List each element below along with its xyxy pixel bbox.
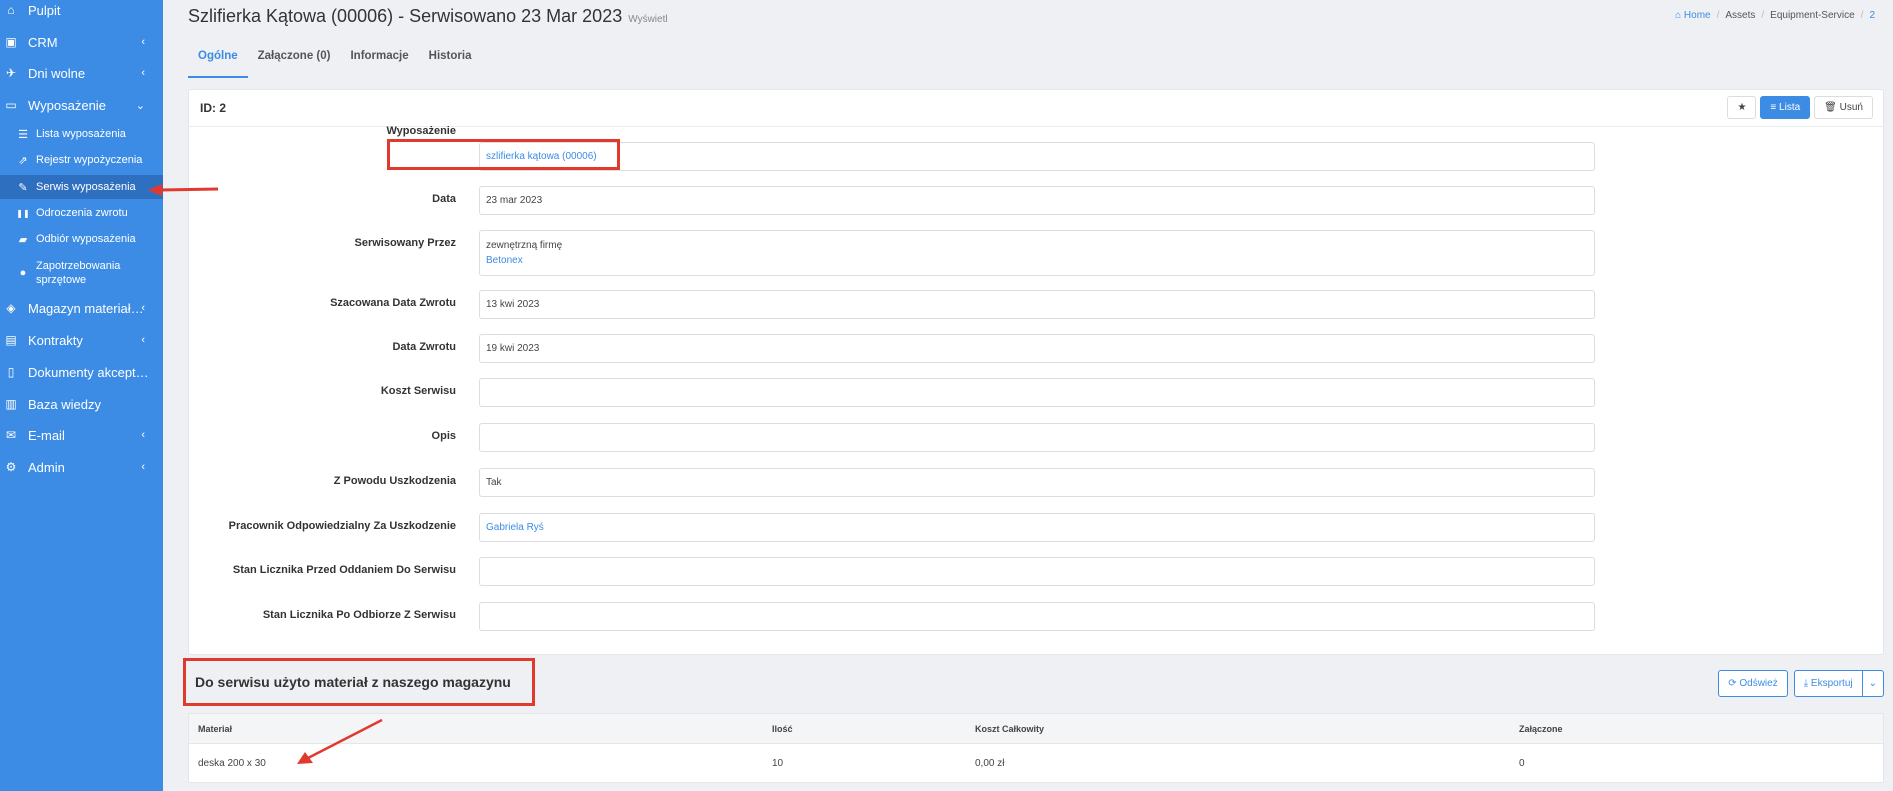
annotation-arrows [148, 184, 383, 764]
arrow-line-sidebar [159, 187, 219, 192]
arrow-head-sidebar [148, 184, 162, 196]
arrow-line-material [307, 718, 383, 760]
